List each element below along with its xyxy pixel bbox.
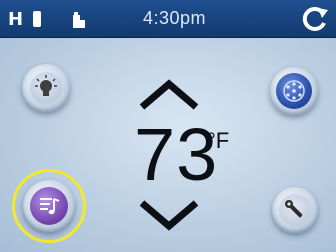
- jets-icon: [276, 73, 312, 109]
- sync-icon: [300, 6, 330, 36]
- heater-status-label: H: [8, 9, 24, 30]
- clock-time: 4:30pm: [143, 8, 207, 28]
- temperature-value: 73: [134, 113, 219, 196]
- settings-wrench-icon: [279, 194, 311, 226]
- light-bulb-icon: [30, 72, 62, 104]
- light-button[interactable]: [22, 64, 70, 112]
- status-bar: H 4:30pm: [0, 0, 336, 38]
- selection-highlight-ring: [12, 169, 86, 243]
- temperature-unit: °F: [207, 128, 230, 153]
- heater-icon: [32, 10, 42, 32]
- spa-control-screen: H 4:30pm 73 °F: [0, 0, 336, 252]
- temperature-down-button[interactable]: [136, 198, 202, 236]
- settings-button[interactable]: [272, 187, 318, 233]
- temperature-up-button[interactable]: [136, 78, 202, 116]
- jets-button[interactable]: [270, 67, 318, 115]
- filter-icon: [72, 12, 86, 34]
